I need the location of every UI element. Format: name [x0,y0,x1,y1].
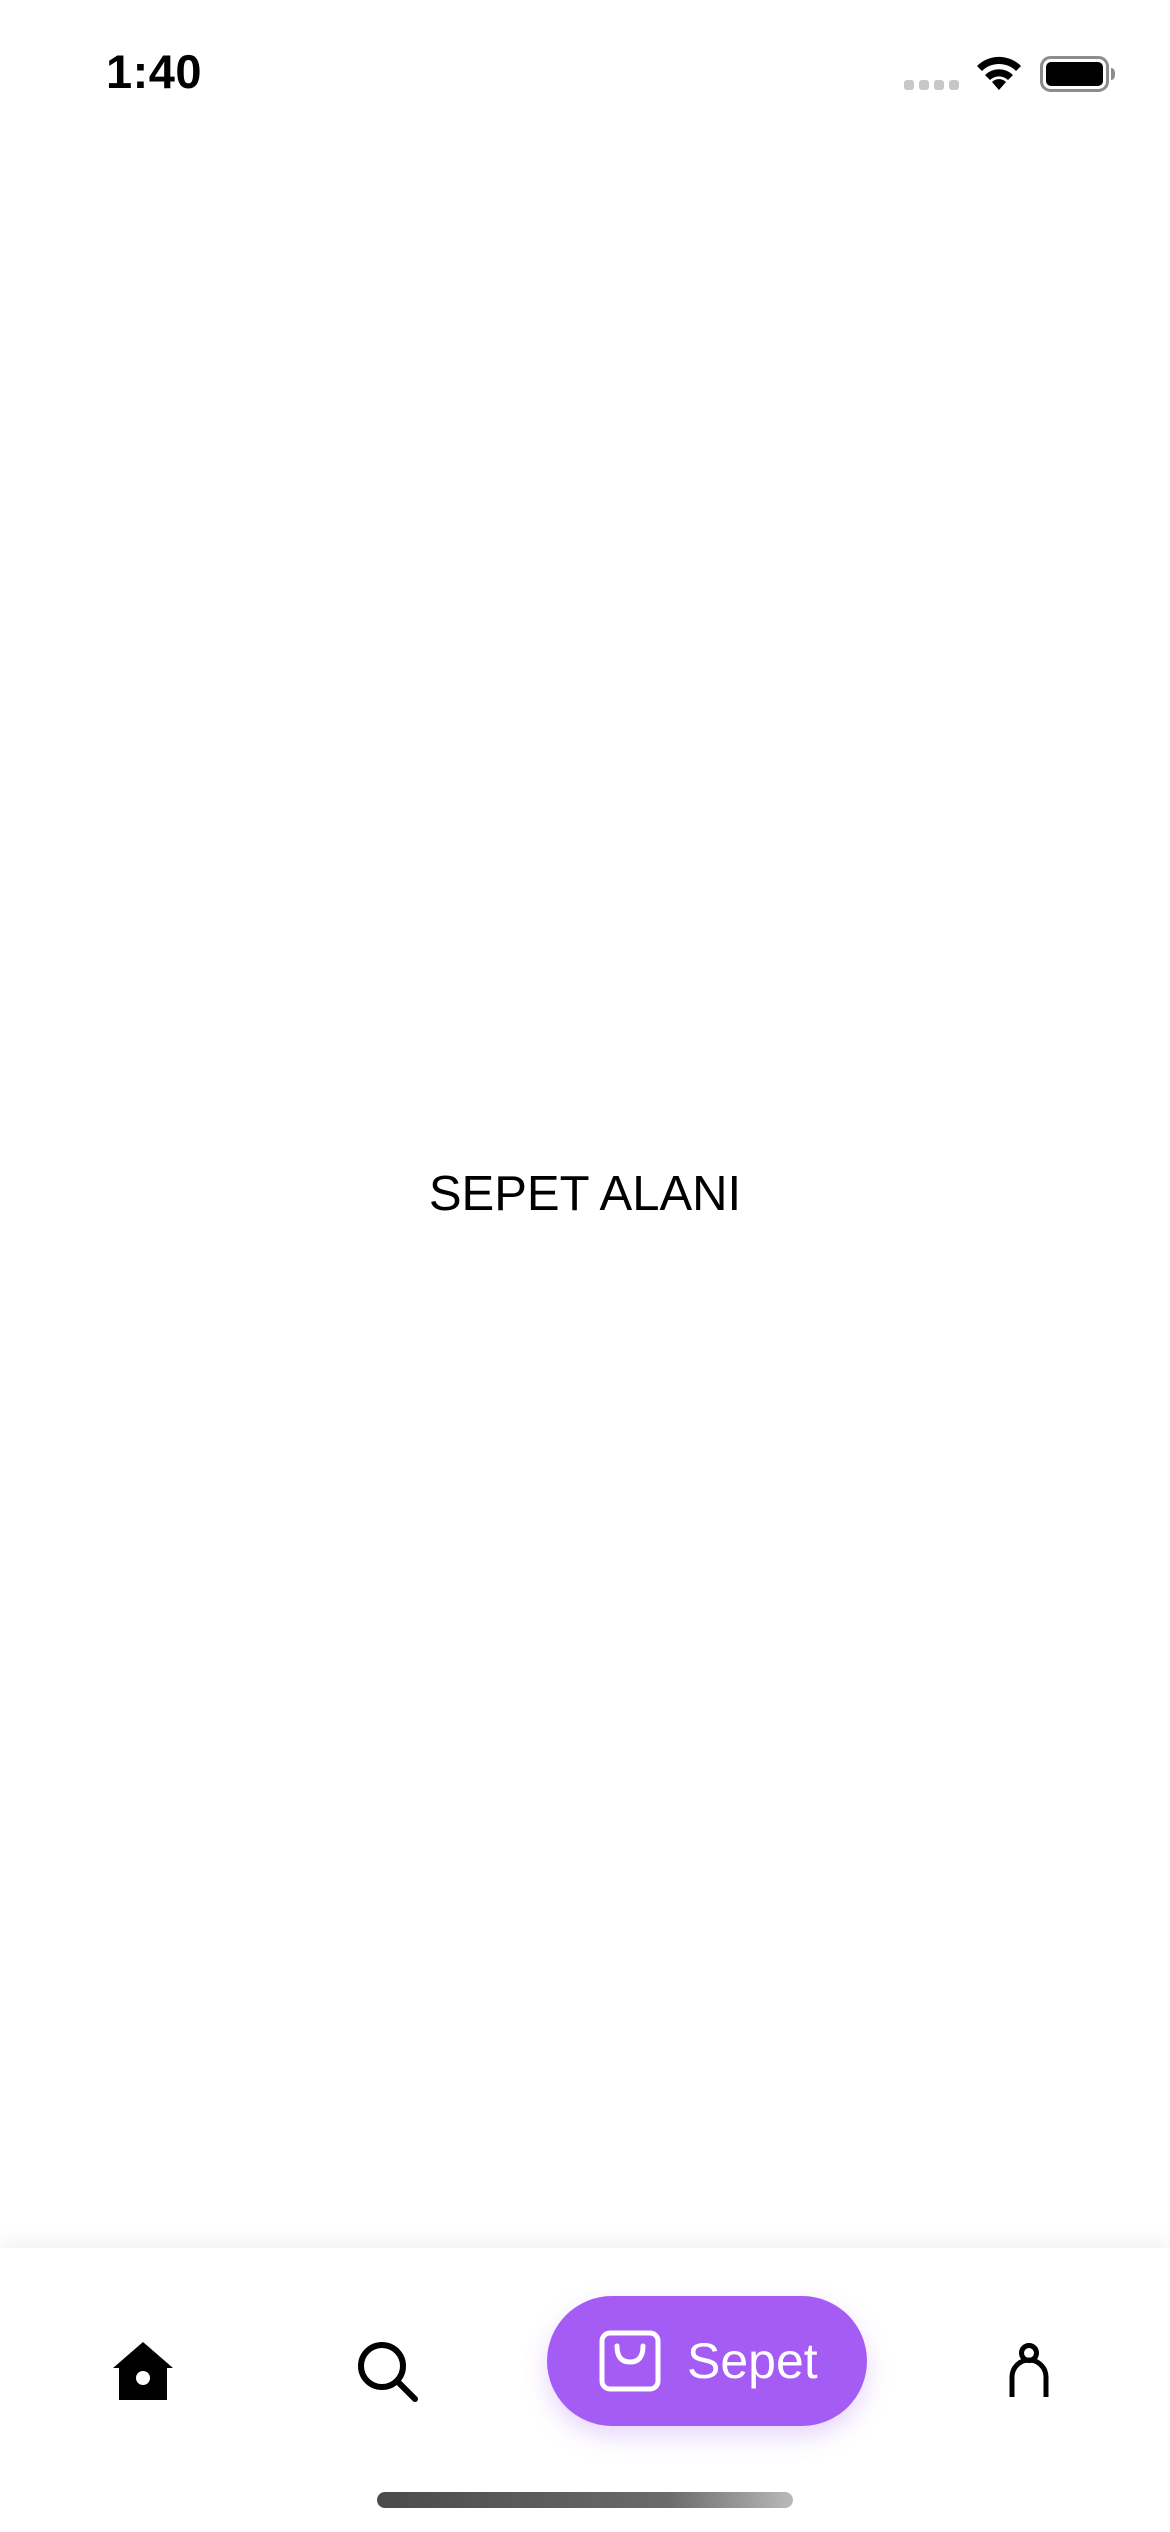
status-time: 1:40 [106,45,203,98]
main-content: SEPET ALANI [0,140,1170,2248]
shopping-bag-icon [599,2330,661,2392]
screen: 1:40 SEPET ALANI Sepet [0,0,1170,2532]
tab-search[interactable] [344,2328,430,2414]
tab-home[interactable] [100,2328,186,2414]
tab-cart[interactable]: Sepet [547,2296,867,2426]
wifi-icon [977,56,1021,90]
tab-profile[interactable] [986,2328,1072,2414]
battery-icon [1040,56,1115,92]
home-icon [113,2342,173,2400]
tab-cart-label: Sepet [687,2333,818,2389]
bottom-tab-bar: Sepet [0,2248,1170,2532]
search-icon [358,2342,418,2402]
signal-bars-icon [904,80,959,90]
page-title: SEPET ALANI [428,1167,742,1221]
home-indicator [377,2492,793,2508]
status-bar: 1:40 [0,0,1170,140]
person-icon [1009,2343,1049,2397]
